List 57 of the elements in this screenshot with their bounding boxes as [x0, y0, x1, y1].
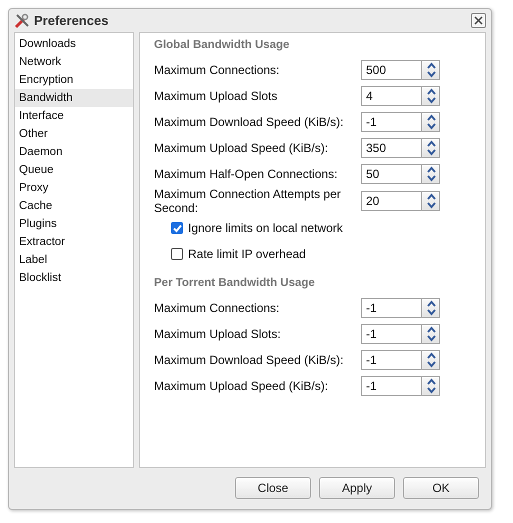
dialog-button[interactable]: Close — [235, 477, 311, 499]
category-item[interactable]: Label — [15, 251, 133, 269]
number-field[interactable]: -1 — [361, 376, 421, 396]
category-item[interactable]: Encryption — [15, 71, 133, 89]
field-label: Maximum Upload Speed (KiB/s): — [154, 141, 330, 155]
category-item[interactable]: Daemon — [15, 143, 133, 161]
spin-buttons[interactable] — [421, 191, 440, 211]
category-item[interactable]: Network — [15, 53, 133, 71]
spin-buttons[interactable] — [421, 138, 440, 158]
category-item[interactable]: Plugins — [15, 215, 133, 233]
field-label: Maximum Connection Attempts per Second: — [154, 187, 342, 215]
spin-buttons[interactable] — [421, 112, 440, 132]
number-field[interactable]: 50 — [361, 164, 421, 184]
section-heading: Per Torrent Bandwidth Usage — [154, 277, 316, 289]
dialog-button[interactable]: Apply — [319, 477, 395, 499]
spin-buttons[interactable] — [421, 86, 440, 106]
spin-buttons[interactable] — [421, 324, 440, 344]
number-field[interactable]: 350 — [361, 138, 421, 158]
dialog-button[interactable]: OK — [403, 477, 479, 499]
field-label: Maximum Upload Slots: — [154, 327, 282, 341]
category-item[interactable]: Other — [15, 125, 133, 143]
field-label: Maximum Download Speed (KiB/s): — [154, 353, 344, 367]
spin-buttons[interactable] — [421, 350, 440, 370]
number-field[interactable]: -1 — [361, 350, 421, 370]
field-label: Maximum Download Speed (KiB/s): — [154, 115, 344, 129]
spin-buttons[interactable] — [421, 60, 440, 80]
spin-buttons[interactable] — [421, 376, 440, 396]
number-field[interactable]: 500 — [361, 60, 421, 80]
tools-icon — [14, 12, 30, 28]
window-title: Preferences — [34, 13, 110, 28]
number-field[interactable]: 20 — [361, 191, 421, 211]
category-item[interactable]: Bandwidth — [15, 89, 133, 107]
category-item[interactable]: Interface — [15, 107, 133, 125]
section-heading: Global Bandwidth Usage — [154, 39, 290, 51]
category-item[interactable]: Blocklist — [15, 269, 133, 287]
checkbox-label: Rate limit IP overhead — [188, 247, 306, 261]
field-label: Maximum Half-Open Connections: — [154, 167, 338, 181]
category-item[interactable]: Cache — [15, 197, 133, 215]
close-button[interactable] — [471, 13, 486, 28]
category-item[interactable]: Downloads — [15, 35, 133, 53]
number-field[interactable]: -1 — [361, 324, 421, 344]
field-label: Maximum Upload Slots — [154, 89, 278, 103]
category-item[interactable]: Extractor — [15, 233, 133, 251]
checkbox[interactable] — [171, 222, 183, 234]
field-label: Maximum Connections: — [154, 63, 280, 77]
spin-buttons[interactable] — [421, 164, 440, 184]
close-icon — [474, 16, 483, 25]
checkbox-label: Ignore limits on local network — [188, 221, 343, 235]
category-item[interactable]: Queue — [15, 161, 133, 179]
number-field[interactable]: -1 — [361, 112, 421, 132]
field-label: Maximum Connections: — [154, 301, 280, 315]
checkbox[interactable] — [171, 248, 183, 260]
field-label: Maximum Upload Speed (KiB/s): — [154, 379, 330, 393]
number-field[interactable]: 4 — [361, 86, 421, 106]
category-item[interactable]: Proxy — [15, 179, 133, 197]
spin-buttons[interactable] — [421, 298, 440, 318]
number-field[interactable]: -1 — [361, 298, 421, 318]
